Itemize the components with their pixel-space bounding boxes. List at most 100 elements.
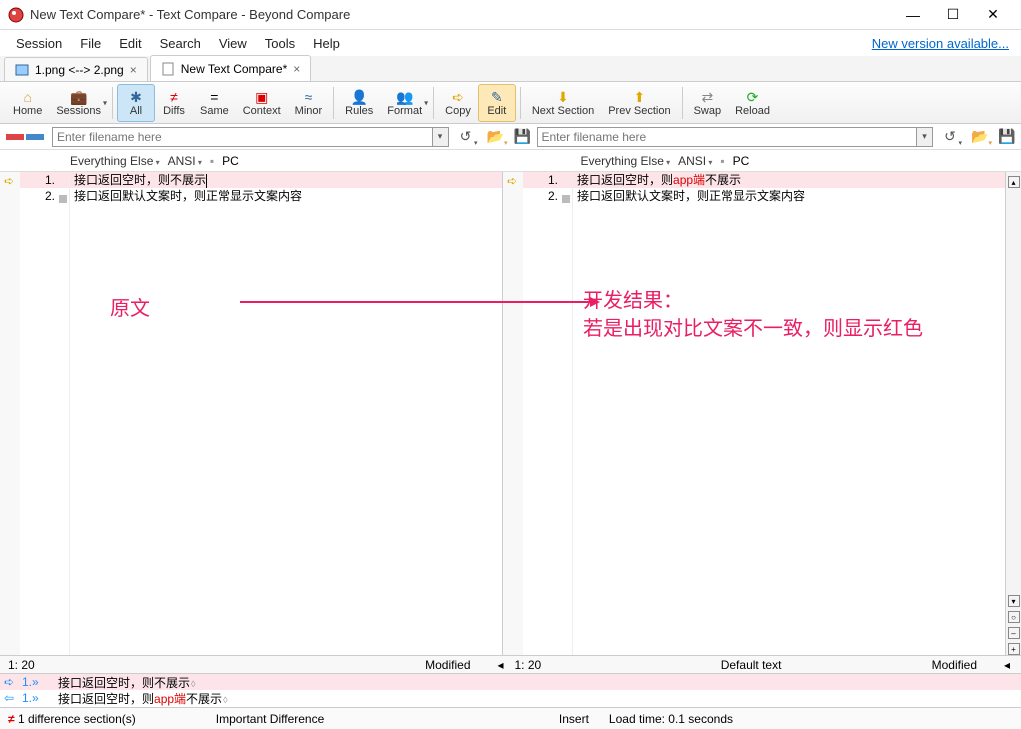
platform-label: PC	[733, 154, 750, 168]
rail-line-button[interactable]: –	[1008, 627, 1020, 639]
text-cursor	[206, 174, 207, 188]
swap-button[interactable]: ⇄Swap	[687, 84, 729, 122]
scroll-left-button[interactable]: ◂	[491, 658, 511, 672]
close-icon[interactable]: ×	[293, 62, 300, 76]
menu-search[interactable]: Search	[152, 33, 209, 54]
end-marker: ◊	[223, 695, 227, 705]
tab-label: 1.png <--> 2.png	[35, 63, 124, 77]
menu-edit[interactable]: Edit	[111, 33, 149, 54]
line-mark-icon	[562, 191, 570, 199]
new-version-link[interactable]: New version available...	[872, 36, 1013, 51]
context-icon: ▣	[255, 89, 268, 105]
platform-label: PC	[222, 154, 239, 168]
line-number: 2.	[20, 188, 69, 204]
scroll-left-button[interactable]: ◂	[997, 658, 1017, 672]
recent-button[interactable]: ↺	[937, 127, 963, 147]
context-button[interactable]: ▣Context	[236, 84, 288, 122]
left-pane: ➪ 1. 2. 接口返回空时，则不展示 接口返回默认文案时，则正常显示文案内容 …	[0, 172, 503, 655]
menu-help[interactable]: Help	[305, 33, 348, 54]
diff-arrow-icon: ➪	[503, 174, 521, 188]
filter-dropdown[interactable]: Everything Else	[581, 154, 671, 168]
close-button[interactable]: ✕	[973, 1, 1013, 29]
text-line: 接口返回空时，则不展示	[70, 172, 502, 188]
window-title: New Text Compare* - Text Compare - Beyon…	[30, 7, 893, 22]
diff-type: Important Difference	[216, 712, 325, 726]
arrow-up-icon: ⬆	[634, 89, 646, 105]
pencil-icon: ✎	[491, 89, 503, 105]
encoding-bar: Everything Else ANSI ▪ PC Everything Els…	[0, 150, 1021, 172]
tab-png-compare[interactable]: 1.png <--> 2.png ×	[4, 57, 148, 81]
recent-button[interactable]: ↺	[453, 127, 479, 147]
edit-button[interactable]: ✎Edit	[478, 84, 516, 122]
separator: ▪	[720, 154, 724, 168]
left-encoding: Everything Else ANSI ▪ PC	[0, 154, 511, 168]
next-section-button[interactable]: ⬇Next Section	[525, 84, 601, 122]
encoding-dropdown[interactable]: ANSI	[678, 154, 712, 168]
left-filename-input[interactable]	[52, 127, 433, 147]
arrow-down-icon: ⬇	[557, 89, 569, 105]
arrow-right-icon: ➪	[452, 89, 464, 105]
chevron-down-icon: ▾	[103, 98, 107, 107]
toolbar: ⌂Home 💼Sessions▾ ✱All ≠Diffs =Same ▣Cont…	[0, 82, 1021, 124]
filename-bar: ▾ ↺ 📂 💾 ▾ ↺ 📂 💾	[0, 124, 1021, 150]
open-folder-button[interactable]: 📂	[483, 127, 509, 147]
right-text: 接口返回空时，则app端不展示 接口返回默认文案时，则正常显示文案内容	[573, 172, 1005, 655]
format-button[interactable]: 👥Format▾	[380, 84, 429, 122]
diff-line-number: 1.»	[22, 675, 52, 689]
status-bar: ≠ 1 difference section(s) Important Diff…	[0, 707, 1021, 729]
right-line-numbers: 1. 2.	[523, 172, 573, 655]
left-editor[interactable]: ➪ 1. 2. 接口返回空时，则不展示 接口返回默认文案时，则正常显示文案内容	[0, 172, 502, 655]
menubar: Session File Edit Search View Tools Help…	[0, 30, 1021, 56]
menu-view[interactable]: View	[211, 33, 255, 54]
not-equal-icon: ≠	[170, 89, 178, 105]
rules-button[interactable]: 👤Rules	[338, 84, 380, 122]
rail-plus-button[interactable]: +	[1008, 643, 1020, 655]
home-button[interactable]: ⌂Home	[6, 84, 49, 122]
arrow-left-icon: ⇦	[4, 691, 22, 705]
rail-dot-button[interactable]: ○	[1008, 611, 1020, 623]
diff-line-number: 1.»	[22, 691, 52, 705]
chevron-down-icon[interactable]: ▾	[433, 127, 449, 147]
chevron-down-icon[interactable]: ▾	[917, 127, 933, 147]
all-button[interactable]: ✱All	[117, 84, 155, 122]
rail-down-button[interactable]: ▾	[1008, 595, 1020, 607]
right-editor[interactable]: ➪ 1. 2. 接口返回空时，则app端不展示 接口返回默认文案时，则正常显示文…	[503, 172, 1005, 655]
diff-text: 接口返回空时，则不展示◊	[52, 674, 195, 691]
separator	[520, 87, 521, 119]
position-ruler: 1: 20 Modified ◂ 1: 20 Default text Modi…	[0, 655, 1021, 673]
sessions-button[interactable]: 💼Sessions▾	[49, 84, 108, 122]
same-button[interactable]: =Same	[193, 84, 236, 122]
minor-button[interactable]: ≈Minor	[288, 84, 330, 122]
not-equal-icon: ≠	[8, 712, 15, 726]
separator	[112, 87, 113, 119]
menu-tools[interactable]: Tools	[257, 33, 303, 54]
close-icon[interactable]: ×	[130, 63, 137, 77]
tab-bar: 1.png <--> 2.png × New Text Compare* ×	[0, 56, 1021, 82]
file-status: Modified	[932, 658, 997, 672]
right-filename-input[interactable]	[537, 127, 918, 147]
menu-session[interactable]: Session	[8, 33, 70, 54]
prev-section-button[interactable]: ⬆Prev Section	[601, 84, 677, 122]
end-marker: ◊	[191, 679, 195, 689]
tab-text-compare[interactable]: New Text Compare* ×	[150, 55, 312, 81]
arrow-right-icon: ➪	[4, 675, 22, 689]
save-button[interactable]: 💾	[513, 127, 533, 147]
filter-dropdown[interactable]: Everything Else	[70, 154, 160, 168]
format-icon: 👥	[396, 89, 413, 105]
encoding-dropdown[interactable]: ANSI	[168, 154, 202, 168]
menu-file[interactable]: File	[72, 33, 109, 54]
app-icon	[8, 7, 24, 23]
diffs-button[interactable]: ≠Diffs	[155, 84, 193, 122]
briefcase-icon: 💼	[70, 89, 87, 105]
reload-button[interactable]: ⟳Reload	[728, 84, 777, 122]
copy-button[interactable]: ➪Copy	[438, 84, 478, 122]
rail-up-button[interactable]: ▴	[1008, 176, 1020, 188]
thumbnail-left[interactable]	[4, 127, 48, 147]
maximize-button[interactable]: ☐	[933, 1, 973, 29]
separator	[433, 87, 434, 119]
save-button[interactable]: 💾	[997, 127, 1017, 147]
minimize-button[interactable]: —	[893, 1, 933, 29]
open-folder-button[interactable]: 📂	[967, 127, 993, 147]
text-line: 接口返回默认文案时，则正常显示文案内容	[573, 188, 1005, 204]
image-icon	[15, 63, 29, 77]
